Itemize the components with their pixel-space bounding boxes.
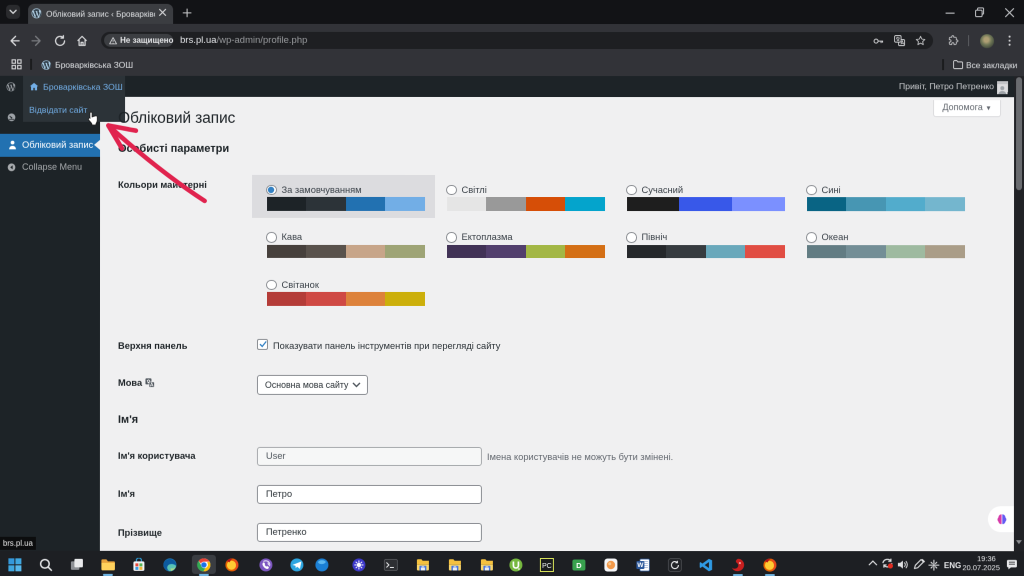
svg-text:W: W — [637, 562, 644, 569]
svg-text:PC: PC — [542, 563, 552, 570]
svg-text:D: D — [576, 561, 582, 570]
